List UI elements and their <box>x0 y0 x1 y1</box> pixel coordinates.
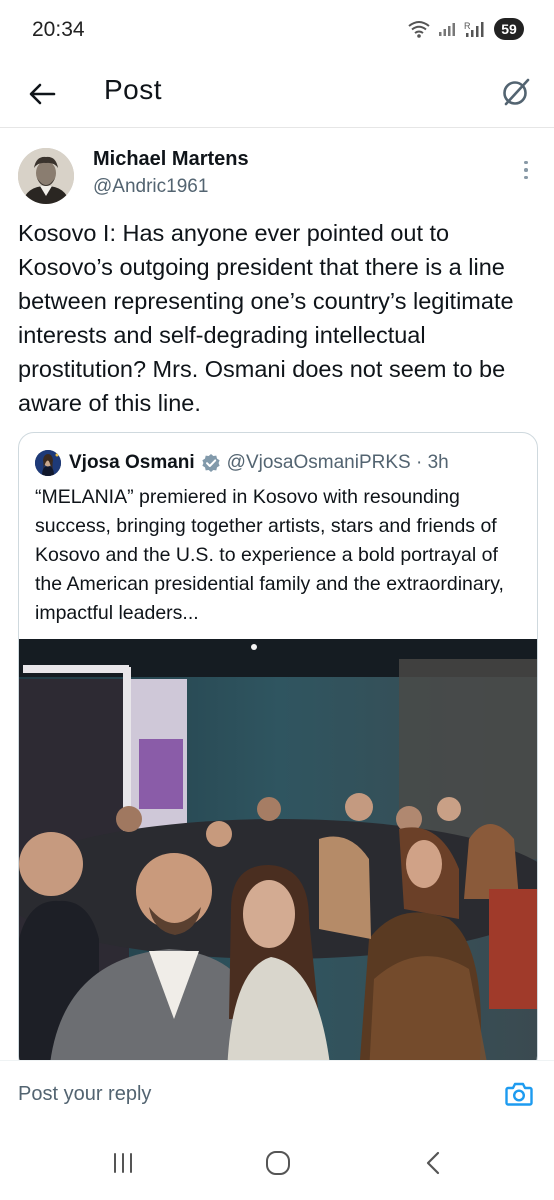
more-dot-icon <box>524 168 528 172</box>
system-nav-bar <box>0 1124 554 1200</box>
page-title: Post <box>104 74 163 105</box>
camera-icon <box>505 1082 533 1106</box>
author-name[interactable]: Michael Martens <box>93 148 249 171</box>
app-header: Post <box>0 62 554 128</box>
quote-header: Vjosa Osmani @VjosaOsmaniPRKS · 3h <box>35 448 449 478</box>
home-button[interactable] <box>258 1148 298 1178</box>
more-dot-icon <box>524 175 528 180</box>
chevron-left-icon <box>426 1151 440 1175</box>
status-icons: R 59 <box>408 18 524 40</box>
quote-text: “MELANIA” premiered in Kosovo with resou… <box>35 486 504 624</box>
author-handle[interactable]: @Andric1961 <box>93 176 208 198</box>
svg-text:R: R <box>464 21 471 31</box>
post-text: Kosovo I: Has anyone ever pointed out to… <box>18 220 514 416</box>
recent-apps-button[interactable] <box>103 1148 143 1178</box>
quote-photo[interactable] <box>19 639 537 1071</box>
recent-apps-icon <box>114 1153 132 1173</box>
battery-indicator: 59 <box>494 18 524 40</box>
reply-input[interactable]: Post your reply <box>18 1083 151 1106</box>
more-dot-icon <box>524 160 528 165</box>
reply-bar: Post your reply <box>0 1060 554 1124</box>
status-time: 20:34 <box>32 18 85 41</box>
status-bar: 20:34 R 59 <box>0 0 554 62</box>
back-button[interactable] <box>24 76 60 112</box>
back-nav-button[interactable] <box>413 1148 453 1178</box>
quoted-post[interactable]: Vjosa Osmani @VjosaOsmaniPRKS · 3h “MELA… <box>18 432 538 1072</box>
slashed-circle-icon <box>503 78 530 106</box>
quote-author-handle: @VjosaOsmaniPRKS · 3h <box>226 452 449 473</box>
avatar[interactable] <box>18 148 74 204</box>
post-author: Michael Martens @Andric1961 <box>0 140 554 212</box>
verified-badge-icon <box>201 453 221 473</box>
quote-avatar <box>35 450 61 476</box>
arrow-left-icon <box>29 83 56 105</box>
home-icon <box>266 1151 290 1175</box>
wifi-icon <box>408 21 430 38</box>
grok-button[interactable] <box>496 72 536 112</box>
camera-button[interactable] <box>504 1079 534 1109</box>
signal-roaming-icon: R <box>464 21 484 37</box>
more-options-button[interactable] <box>516 156 536 184</box>
quote-author-name: Vjosa Osmani <box>69 452 195 473</box>
signal-icon <box>439 23 455 36</box>
